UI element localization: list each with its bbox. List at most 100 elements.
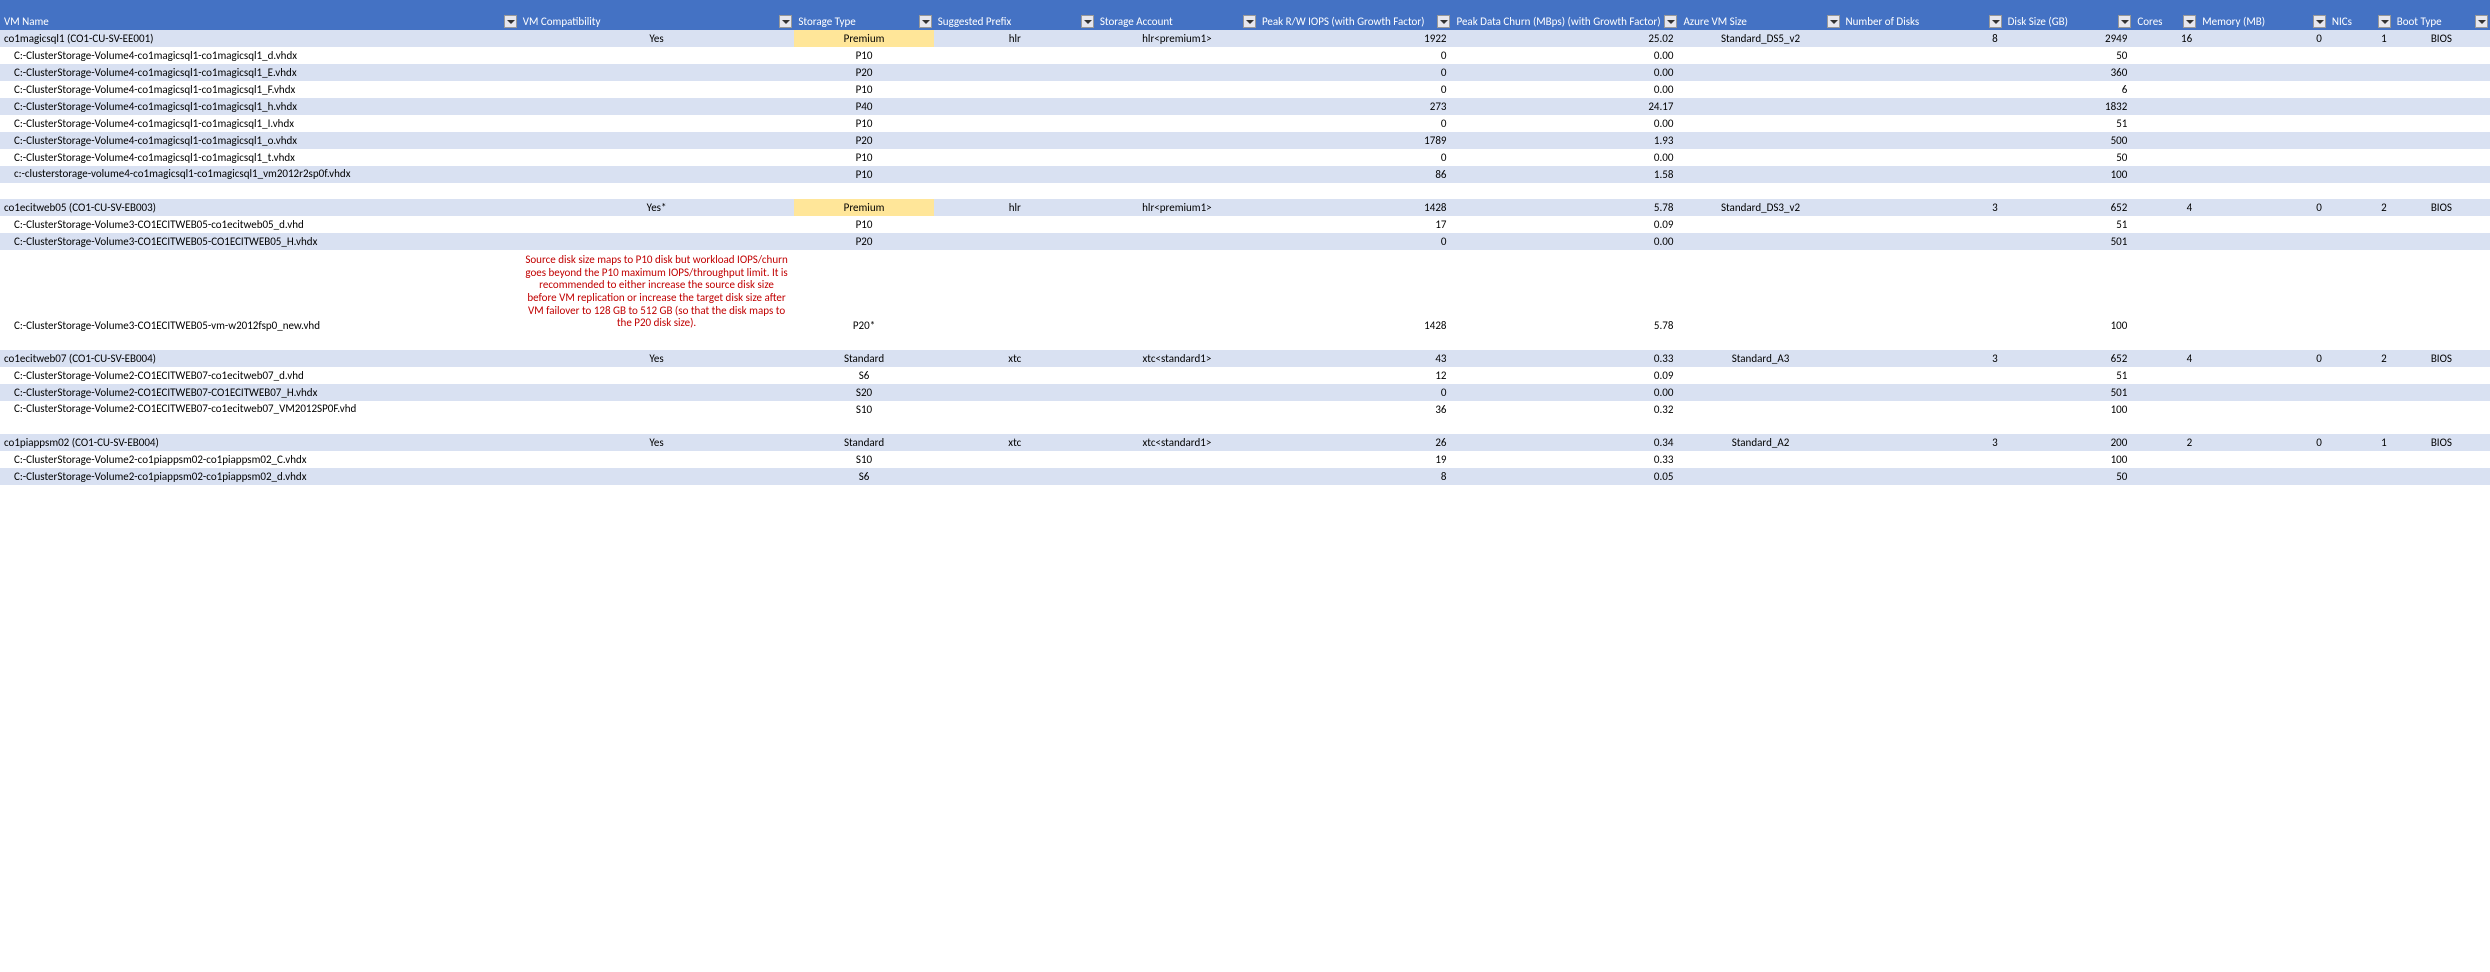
cell: 0: [2198, 350, 2328, 367]
cell: [2328, 401, 2393, 418]
cell: [2393, 81, 2490, 98]
filter-dropdown-icon[interactable]: [2475, 15, 2488, 28]
cell: [2198, 250, 2328, 334]
filter-dropdown-icon[interactable]: [2378, 15, 2391, 28]
cell: C:-ClusterStorage-Volume4-co1magicsql1-c…: [0, 132, 519, 149]
cell: 51: [2004, 367, 2134, 384]
cell: [2133, 233, 2198, 250]
empty-cell: [2004, 183, 2134, 199]
cell: [519, 451, 795, 468]
col-header-1[interactable]: VM Compatibility: [519, 0, 795, 30]
filter-dropdown-icon[interactable]: [1989, 15, 2002, 28]
cell: [1842, 149, 2004, 166]
col-header-7[interactable]: Azure VM Size: [1679, 0, 1841, 30]
filter-dropdown-icon[interactable]: [1243, 15, 1256, 28]
empty-cell: [1679, 183, 1841, 199]
cell: [2328, 149, 2393, 166]
cell: [2198, 64, 2328, 81]
cell: 1.93: [1452, 132, 1679, 149]
empty-cell: [1258, 418, 1453, 434]
cell: Yes: [519, 434, 795, 451]
empty-cell: [0, 418, 519, 434]
cell: P40: [794, 98, 933, 115]
table-row: [0, 183, 2490, 199]
cell: P10: [794, 81, 933, 98]
cell: 4: [2133, 199, 2198, 216]
table-row: C:-ClusterStorage-Volume4-co1magicsql1-c…: [0, 64, 2490, 81]
header-row: VM Name VM Compatibility Storage TypeSugge…: [0, 0, 2490, 30]
filter-dropdown-icon[interactable]: [504, 15, 517, 28]
cell: [2328, 384, 2393, 401]
cell: 5.78: [1452, 199, 1679, 216]
filter-dropdown-icon[interactable]: [1081, 15, 1094, 28]
cell: 36: [1258, 401, 1453, 418]
table-row: C:-ClusterStorage-Volume4-co1magicsql1-c…: [0, 47, 2490, 64]
cell: [1842, 468, 2004, 485]
col-header-2[interactable]: Storage Type: [794, 0, 933, 30]
cell: C:-ClusterStorage-Volume3-CO1ECITWEB05-v…: [0, 250, 519, 334]
cell: [519, 132, 795, 149]
cell: [2393, 401, 2490, 418]
cell: [1096, 468, 1258, 485]
filter-dropdown-icon[interactable]: [779, 15, 792, 28]
empty-cell: [1452, 183, 1679, 199]
table-row: C:-ClusterStorage-Volume3-CO1ECITWEB05-v…: [0, 250, 2490, 334]
col-header-label: Boot Type: [2397, 16, 2442, 28]
col-header-13[interactable]: Boot Type: [2393, 0, 2490, 30]
cell: S20: [794, 384, 933, 401]
col-header-3[interactable]: Suggested Prefix: [934, 0, 1096, 30]
empty-cell: [2393, 183, 2490, 199]
cell: [2198, 149, 2328, 166]
cell: [1679, 401, 1841, 418]
filter-dropdown-icon[interactable]: [2183, 15, 2196, 28]
col-header-10[interactable]: Cores: [2133, 0, 2198, 30]
cell: [2198, 47, 2328, 64]
empty-cell: [519, 183, 795, 199]
cell: [2198, 367, 2328, 384]
cell: [1096, 250, 1258, 334]
filter-dropdown-icon[interactable]: [1827, 15, 1840, 28]
cell: C:-ClusterStorage-Volume2-CO1ECITWEB07-c…: [0, 401, 519, 418]
filter-dropdown-icon[interactable]: [2118, 15, 2131, 28]
col-header-4[interactable]: Storage Account: [1096, 0, 1258, 30]
col-header-12[interactable]: NICs: [2328, 0, 2393, 30]
cell: 1832: [2004, 98, 2134, 115]
empty-cell: [1096, 418, 1258, 434]
cell: [2393, 367, 2490, 384]
cell: [519, 367, 795, 384]
col-header-0[interactable]: VM Name: [0, 0, 519, 30]
col-header-5[interactable]: Peak R/W IOPS (with Growth Factor): [1258, 0, 1453, 30]
table-row: c:-clusterstorage-volume4-co1magicsql1-c…: [0, 166, 2490, 183]
cell: P10: [794, 216, 933, 233]
cell: [1096, 384, 1258, 401]
cell: xtc: [934, 350, 1096, 367]
cell: C:-ClusterStorage-Volume2-co1piappsm02-c…: [0, 468, 519, 485]
cell: [519, 81, 795, 98]
col-header-label: Cores: [2137, 16, 2162, 28]
col-header-label: Storage Account: [1100, 16, 1173, 28]
cell: [2328, 451, 2393, 468]
col-header-label: VM Compatibility: [523, 16, 601, 28]
table-row: C:-ClusterStorage-Volume2-CO1ECITWEB07-c…: [0, 401, 2490, 418]
cell: 3: [1842, 434, 2004, 451]
col-header-8[interactable]: Number of Disks: [1842, 0, 2004, 30]
filter-dropdown-icon[interactable]: [919, 15, 932, 28]
filter-dropdown-icon[interactable]: [1437, 15, 1450, 28]
cell: [1842, 367, 2004, 384]
cell: 2: [2328, 350, 2393, 367]
cell: [2198, 81, 2328, 98]
cell: [2328, 250, 2393, 334]
col-header-label: Azure VM Size: [1683, 16, 1746, 28]
col-header-9[interactable]: Disk Size (GB): [2004, 0, 2134, 30]
filter-dropdown-icon[interactable]: [2313, 15, 2326, 28]
cell: 200: [2004, 434, 2134, 451]
col-header-6[interactable]: Peak Data Churn (MBps) (with Growth Fact…: [1452, 0, 1679, 30]
cell: Standard_A2: [1679, 434, 1841, 451]
col-header-11[interactable]: Memory (MB): [2198, 0, 2328, 30]
cell: P10: [794, 115, 933, 132]
cell: [1679, 149, 1841, 166]
cell: 0.33: [1452, 451, 1679, 468]
cell: P10: [794, 149, 933, 166]
cell: [1842, 64, 2004, 81]
filter-dropdown-icon[interactable]: [1664, 15, 1677, 28]
